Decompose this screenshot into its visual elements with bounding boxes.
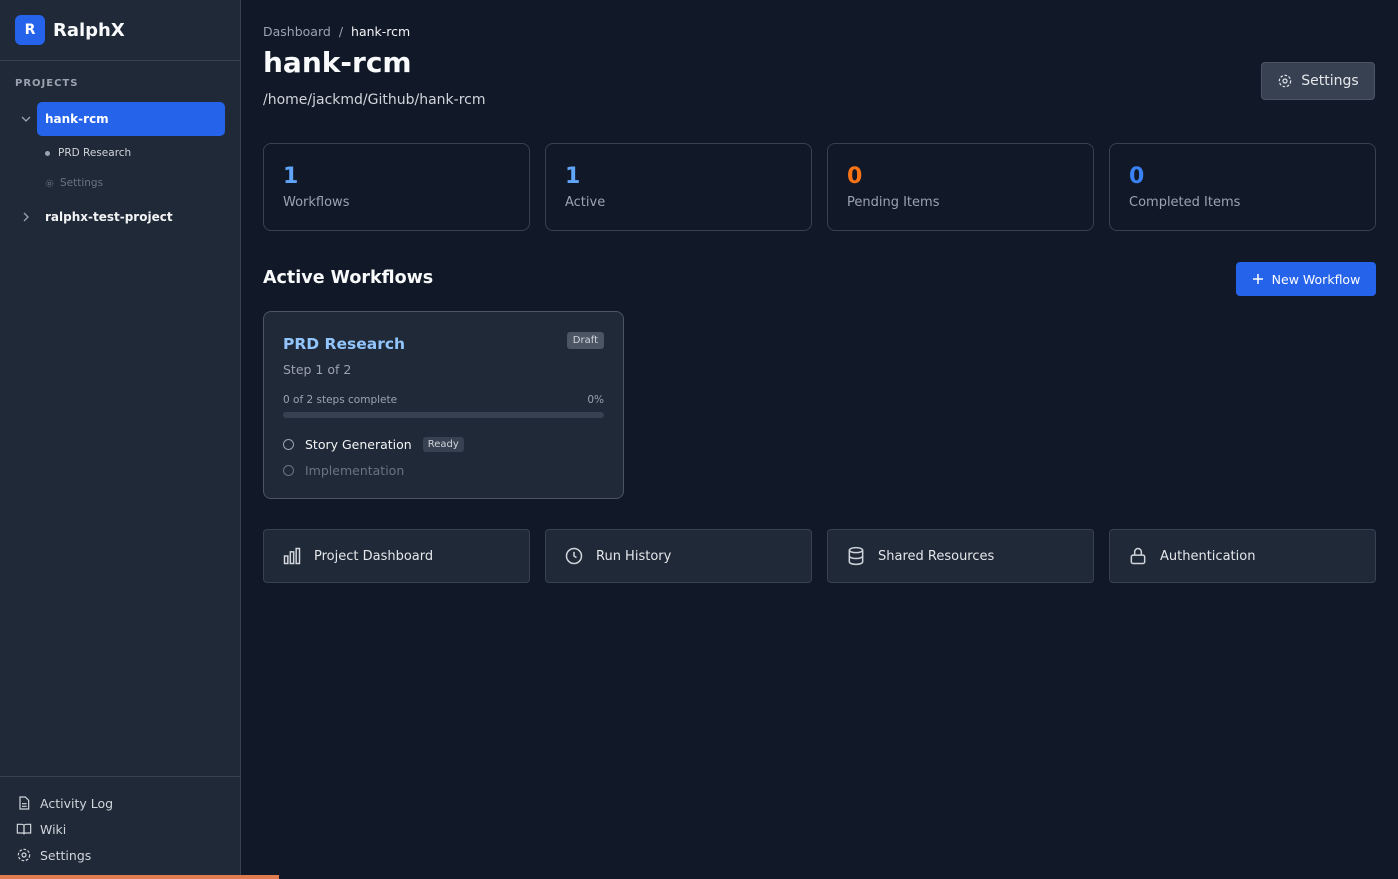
gear-icon	[45, 179, 54, 188]
link-label: Run History	[596, 548, 672, 564]
progress-percent: 0%	[587, 394, 604, 406]
link-authentication[interactable]: Authentication	[1109, 529, 1376, 583]
sub-item-settings[interactable]: Settings	[45, 173, 103, 193]
gear-icon	[1277, 73, 1293, 89]
file-text-icon	[16, 795, 40, 811]
new-workflow-button[interactable]: New Workflow	[1236, 262, 1376, 296]
status-badge: Draft	[566, 332, 604, 349]
section-title-active-workflows: Active Workflows	[263, 268, 434, 288]
workflow-card[interactable]: PRD Research Draft Step 1 of 2 0 of 2 st…	[263, 311, 624, 499]
workflow-step-item[interactable]: Story Generation Ready	[283, 434, 464, 454]
step-status-badge: Ready	[422, 436, 464, 452]
clock-icon	[564, 546, 584, 566]
nav-settings[interactable]: Settings	[16, 845, 91, 865]
breadcrumb-root[interactable]: Dashboard	[263, 24, 331, 39]
chevron-down-icon[interactable]	[15, 113, 37, 125]
workflow-step-text: Step 1 of 2	[283, 362, 352, 377]
stat-label: Completed Items	[1129, 195, 1241, 210]
projects-heading: PROJECTS	[15, 78, 79, 89]
bar-chart-icon	[282, 546, 302, 566]
project-item-hank-rcm[interactable]: hank-rcm	[15, 102, 225, 136]
sub-item-label: Settings	[60, 177, 104, 189]
step-circle-icon	[283, 464, 294, 476]
page-title: hank-rcm	[263, 46, 412, 79]
breadcrumb-separator: /	[338, 24, 344, 39]
main-content: Dashboard / hank-rcm hank-rcm /home/jack…	[241, 0, 1398, 879]
progress-label: 0 of 2 steps complete	[283, 394, 398, 406]
step-label: Story Generation	[305, 436, 412, 452]
sub-item-label: PRD Research	[58, 147, 132, 159]
breadcrumb: Dashboard / hank-rcm	[263, 24, 410, 39]
nav-label: Wiki	[40, 821, 67, 837]
project-path: /home/jackmd/Github/hank-rcm	[263, 92, 486, 108]
stat-card-completed-items: 0 Completed Items	[1109, 143, 1376, 231]
chevron-right-icon[interactable]	[15, 211, 37, 223]
step-circle-icon	[283, 438, 294, 450]
nav-activity-log[interactable]: Activity Log	[16, 793, 113, 813]
brand-logo: R	[15, 15, 45, 45]
brand-name: RalphX	[53, 19, 125, 41]
sub-item-prd-research[interactable]: PRD Research	[45, 143, 131, 163]
nav-label: Settings	[40, 847, 92, 863]
stat-label: Pending Items	[847, 195, 940, 210]
stat-value: 1	[283, 164, 299, 189]
breadcrumb-current: hank-rcm	[351, 24, 411, 39]
link-run-history[interactable]: Run History	[545, 529, 812, 583]
book-icon	[16, 821, 40, 837]
project-label[interactable]: ralphx-test-project	[37, 200, 225, 234]
stat-label: Active	[565, 195, 606, 210]
stat-card-workflows: 1 Workflows	[263, 143, 530, 231]
stat-card-active: 1 Active	[545, 143, 812, 231]
lock-icon	[1128, 546, 1148, 566]
project-label[interactable]: hank-rcm	[37, 102, 225, 136]
database-icon	[846, 546, 866, 566]
dot-icon	[45, 150, 50, 156]
link-project-dashboard[interactable]: Project Dashboard	[263, 529, 530, 583]
new-workflow-label: New Workflow	[1271, 271, 1361, 287]
nav-wiki[interactable]: Wiki	[16, 819, 66, 839]
workflow-step-item[interactable]: Implementation	[283, 460, 404, 480]
link-label: Shared Resources	[878, 548, 995, 564]
settings-button[interactable]: Settings	[1261, 62, 1375, 100]
stat-value: 0	[847, 164, 863, 189]
stat-card-pending-items: 0 Pending Items	[827, 143, 1094, 231]
link-label: Authentication	[1160, 548, 1256, 564]
stat-value: 1	[565, 164, 581, 189]
brand[interactable]: R RalphX	[0, 0, 240, 61]
progress-bar	[283, 412, 604, 418]
app-window: R RalphX PROJECTS hank-rcm PRD Research …	[0, 0, 1398, 879]
loading-strip	[0, 875, 279, 879]
sidebar: R RalphX PROJECTS hank-rcm PRD Research …	[0, 0, 279, 879]
stat-label: Workflows	[283, 195, 350, 210]
workflow-title[interactable]: PRD Research	[283, 335, 405, 353]
step-label: Implementation	[305, 462, 405, 478]
plus-icon	[1252, 273, 1264, 285]
nav-label: Activity Log	[40, 795, 114, 811]
link-shared-resources[interactable]: Shared Resources	[827, 529, 1094, 583]
gear-icon	[16, 847, 40, 863]
link-label: Project Dashboard	[314, 548, 434, 564]
settings-button-label: Settings	[1301, 73, 1359, 89]
project-item-ralphx-test-project[interactable]: ralphx-test-project	[15, 200, 225, 234]
stat-value: 0	[1129, 164, 1145, 189]
sidebar-footer: Activity Log Wiki Settings	[0, 776, 240, 879]
